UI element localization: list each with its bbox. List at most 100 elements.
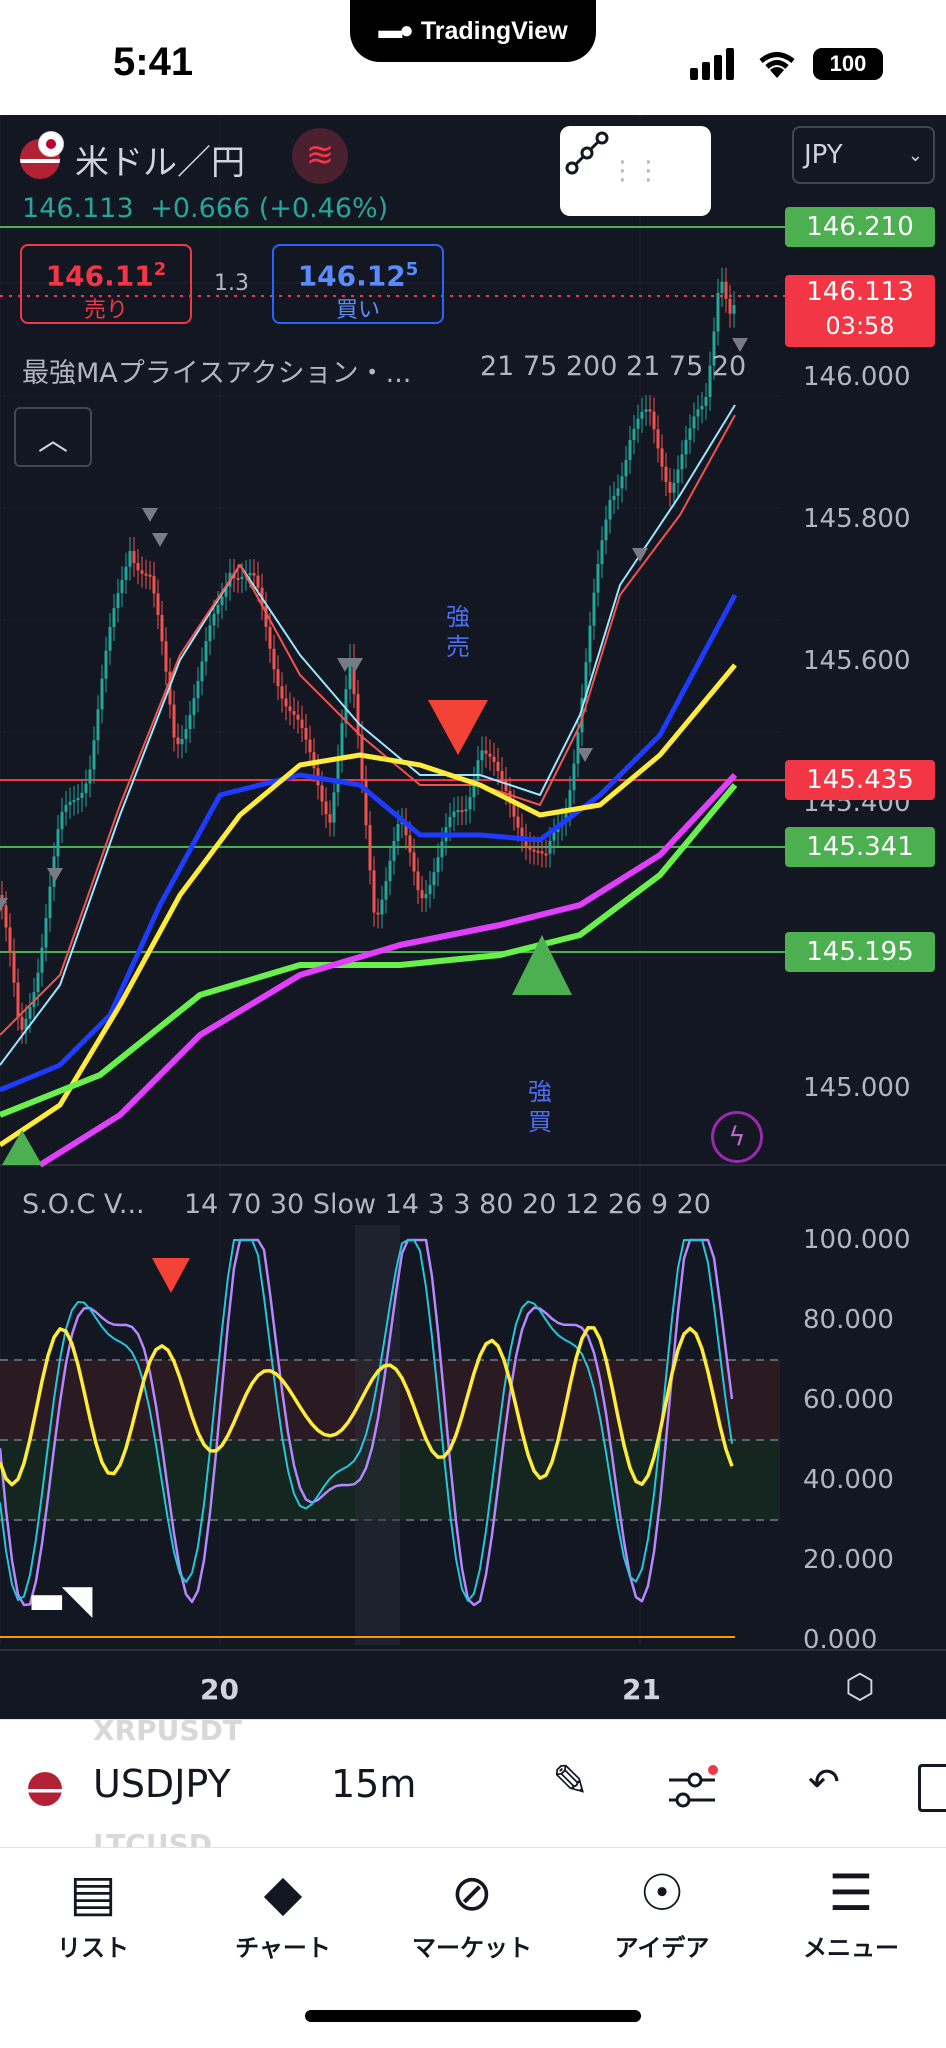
candle xyxy=(388,860,392,882)
symbol-title[interactable]: 米ドル／円 xyxy=(75,135,245,184)
candle xyxy=(108,627,112,651)
candle xyxy=(248,573,252,576)
symbol-selector[interactable]: USDJPY xyxy=(93,1762,231,1806)
candle xyxy=(532,849,536,852)
candle xyxy=(328,814,332,823)
currency-value: JPY xyxy=(804,140,843,170)
candle xyxy=(40,947,44,973)
strong-sell-triangle xyxy=(428,700,488,755)
drawing-toolbar[interactable]: ⋮⋮ xyxy=(560,126,711,216)
candle xyxy=(156,593,160,616)
candle xyxy=(696,409,700,417)
candle xyxy=(320,785,324,802)
candle xyxy=(184,729,188,739)
candle xyxy=(144,573,148,576)
undo-icon[interactable]: ↶ xyxy=(808,1760,840,1804)
price-axis-label: 145.600 xyxy=(803,646,911,676)
candle xyxy=(408,835,412,853)
candle xyxy=(164,641,168,672)
candle xyxy=(60,811,64,830)
tradingview-watermark-icon: ▬◥ xyxy=(28,1577,93,1623)
candle xyxy=(136,562,140,571)
ask-price: 146.12 xyxy=(297,259,406,293)
candle xyxy=(80,792,84,798)
chart-area[interactable]: 米ドル／円 ≋ 146.113 +0.666 (+0.46%) 146.112 … xyxy=(0,115,946,1719)
indicator1-name[interactable]: 最強MAプライスアクション・... xyxy=(22,351,411,390)
candle xyxy=(288,706,292,712)
lightning-icon[interactable]: ϟ xyxy=(711,1111,763,1163)
osc-axis-label: 100.000 xyxy=(803,1225,911,1255)
status-time: 5:41 xyxy=(113,40,194,84)
candle xyxy=(592,592,596,626)
osc-axis-label: 0.000 xyxy=(803,1625,878,1655)
candle xyxy=(372,870,376,913)
pen-icon[interactable]: ✎ xyxy=(552,1756,589,1807)
current-price-label: 146.113 03:58 xyxy=(785,275,935,347)
candle xyxy=(492,756,496,762)
candle xyxy=(100,678,104,710)
candle xyxy=(448,817,452,828)
chevron-up-icon: ︿ xyxy=(38,423,68,458)
candle xyxy=(528,845,532,850)
candle xyxy=(160,615,164,642)
candle xyxy=(496,761,500,772)
price-axis-label: 145.000 xyxy=(803,1073,911,1103)
candle xyxy=(516,816,520,828)
exchange-badge-icon[interactable]: ≋ xyxy=(292,128,348,184)
candle xyxy=(640,411,644,419)
interval-selector[interactable]: 15m xyxy=(331,1762,416,1806)
indicators-icon[interactable] xyxy=(665,1764,721,1814)
fullscreen-icon[interactable] xyxy=(918,1764,946,1812)
buy-button[interactable]: 146.125 買い xyxy=(272,244,444,324)
candle xyxy=(380,899,384,915)
candle xyxy=(512,803,516,817)
indicator1-params: 21 75 200 21 75 20 xyxy=(480,351,747,382)
osc-axis-label: 40.000 xyxy=(803,1465,894,1495)
chart-icon: ◆ xyxy=(263,1864,303,1922)
chart-settings-icon[interactable]: ⬡ xyxy=(845,1667,875,1707)
candle xyxy=(236,578,240,581)
collapse-indicators-button[interactable]: ︿ xyxy=(14,407,92,467)
currency-select[interactable]: JPY ⌄ xyxy=(792,126,935,184)
candle xyxy=(8,927,12,953)
candle xyxy=(668,481,672,493)
candle xyxy=(648,409,652,412)
candle xyxy=(480,750,484,761)
tab-menu[interactable]: ☰ メニュー xyxy=(766,1866,936,1963)
candle xyxy=(396,824,400,842)
candle xyxy=(536,850,540,853)
tab-list[interactable]: ▤ リスト xyxy=(8,1866,178,1963)
candle xyxy=(120,579,124,593)
drag-handle-icon[interactable]: ⋮⋮ xyxy=(610,156,662,186)
candle xyxy=(452,811,456,818)
sell-button[interactable]: 146.112 売り xyxy=(20,244,192,324)
candle xyxy=(280,686,284,699)
candle xyxy=(72,800,76,803)
candle xyxy=(20,1016,24,1030)
candle xyxy=(656,429,660,449)
candle xyxy=(636,418,640,429)
osc-axis-label: 20.000 xyxy=(803,1545,894,1575)
candle xyxy=(552,832,556,841)
trendline-tool-icon[interactable] xyxy=(560,126,614,180)
tab-chart[interactable]: ◆ チャート xyxy=(198,1866,368,1963)
tab-ideas[interactable]: ☉ アイデア xyxy=(577,1866,747,1963)
candle xyxy=(576,732,580,764)
candle xyxy=(544,853,548,856)
time-axis-label: 21 xyxy=(622,1673,661,1706)
strong-buy-annotation: 強買 xyxy=(528,1078,552,1136)
candle xyxy=(728,298,732,314)
indicator2-name[interactable]: S.O.C V... xyxy=(22,1189,145,1220)
candle xyxy=(196,681,200,699)
sell-label: 売り xyxy=(83,298,128,324)
tab-market[interactable]: ⊘ マーケット xyxy=(387,1866,557,1963)
osc-axis-label: 60.000 xyxy=(803,1385,894,1415)
candle xyxy=(116,592,120,609)
signal-marker xyxy=(152,533,168,547)
list-icon: ▤ xyxy=(69,1864,117,1922)
candle xyxy=(36,972,40,993)
candle xyxy=(676,469,680,483)
jp-flag-icon xyxy=(38,131,64,157)
candle xyxy=(148,574,152,577)
candle xyxy=(96,709,100,741)
